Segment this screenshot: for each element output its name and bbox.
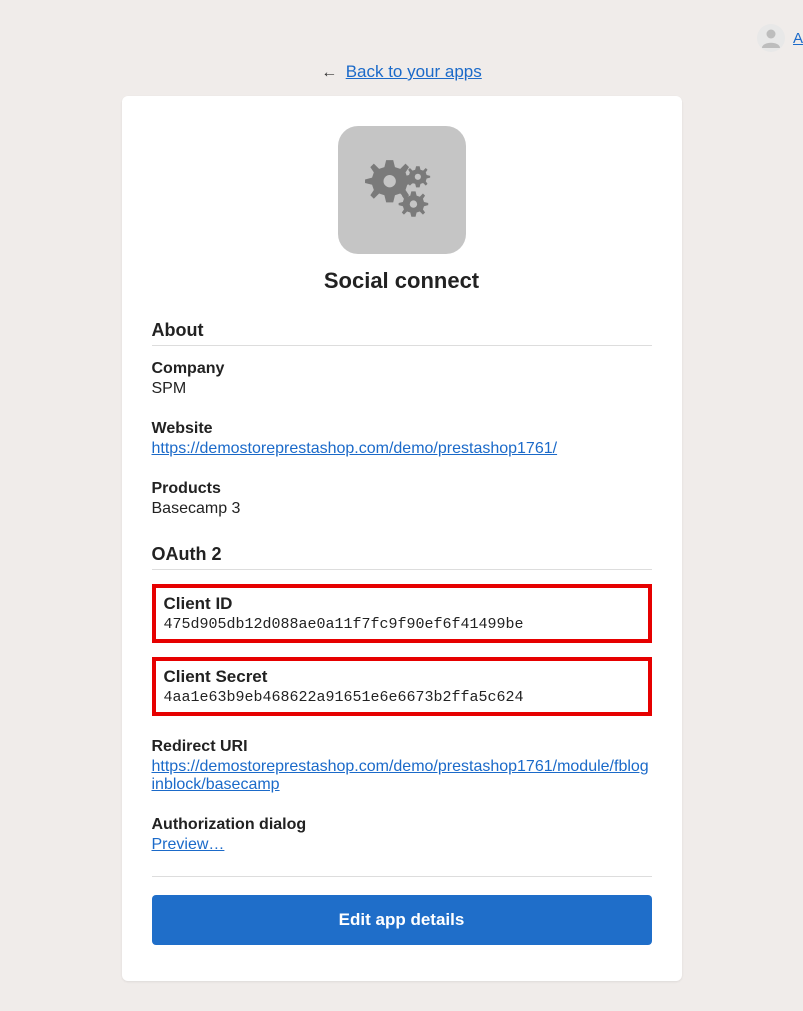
client-id-box: Client ID 475d905db12d088ae0a11f7fc9f90e… (152, 584, 652, 643)
client-secret-label: Client Secret (164, 667, 640, 687)
client-secret-value: 4aa1e63b9eb468622a91651e6e6673b2ffa5c624 (164, 689, 640, 706)
back-to-apps-link[interactable]: Back to your apps (346, 62, 482, 81)
divider (152, 876, 652, 877)
app-icon (338, 126, 466, 254)
company-label: Company (152, 360, 652, 378)
edit-app-details-button[interactable]: Edit app details (152, 895, 652, 945)
oauth-heading: OAuth 2 (152, 544, 652, 570)
auth-dialog-label: Authorization dialog (152, 816, 652, 834)
client-id-value: 475d905db12d088ae0a11f7fc9f90ef6f41499be (164, 616, 640, 633)
products-label: Products (152, 480, 652, 498)
app-title: Social connect (152, 268, 652, 294)
redirect-uri-label: Redirect URI (152, 738, 652, 756)
avatar (757, 24, 785, 52)
website-label: Website (152, 420, 652, 438)
account-link[interactable]: A (793, 30, 803, 47)
client-secret-box: Client Secret 4aa1e63b9eb468622a91651e6e… (152, 657, 652, 716)
user-icon (759, 26, 783, 50)
gears-icon (358, 146, 446, 234)
redirect-uri-link[interactable]: https://demostoreprestashop.com/demo/pre… (152, 758, 649, 793)
app-details-card: Social connect About Company SPM Website… (122, 96, 682, 981)
products-value: Basecamp 3 (152, 500, 652, 518)
website-link[interactable]: https://demostoreprestashop.com/demo/pre… (152, 440, 558, 457)
preview-link[interactable]: Preview… (152, 836, 225, 853)
about-heading: About (152, 320, 652, 346)
back-arrow-icon: ← (321, 64, 337, 81)
client-id-label: Client ID (164, 594, 640, 614)
company-value: SPM (152, 380, 652, 398)
